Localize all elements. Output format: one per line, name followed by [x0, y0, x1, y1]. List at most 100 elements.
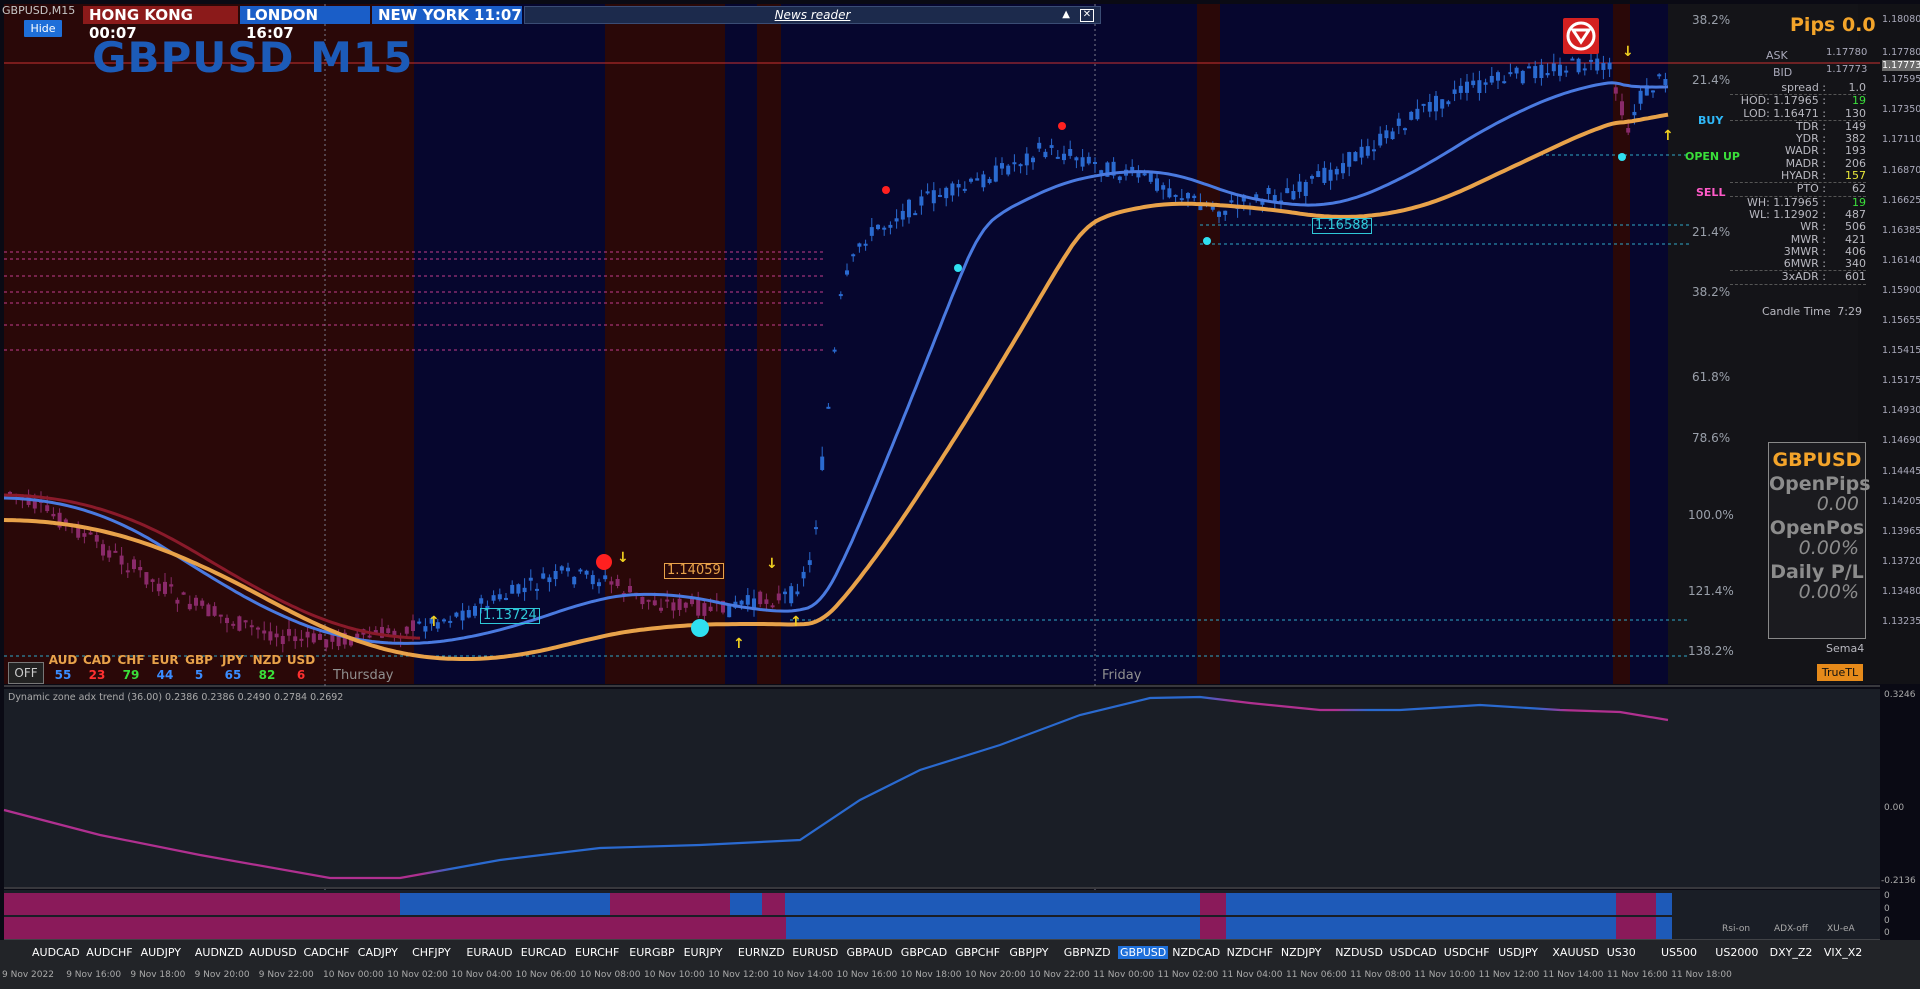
candle-body: [1031, 157, 1035, 163]
trend-bar: [785, 917, 1200, 939]
fib-level: 38.2%: [1692, 285, 1731, 299]
symbol-button[interactable]: NZDCAD: [1172, 946, 1220, 959]
price-tick: 1.17595: [1882, 74, 1920, 86]
news-reader-link[interactable]: News reader: [525, 7, 1100, 23]
candle-body: [1086, 156, 1091, 164]
price-tick: 1.13965: [1882, 525, 1920, 537]
symbol-button[interactable]: NZDCHF: [1227, 946, 1274, 959]
symbol-button[interactable]: GBPCHF: [955, 946, 1000, 959]
candle-body: [1601, 63, 1606, 70]
trend-bar: [1656, 893, 1672, 915]
symbol-button[interactable]: USDJPY: [1498, 946, 1538, 959]
currency-cad: CAD 23: [82, 653, 112, 682]
symbol-button[interactable]: CADCHF: [304, 946, 350, 959]
symbol-button[interactable]: US2000: [1715, 946, 1758, 959]
candle-body: [181, 592, 186, 595]
price-chart[interactable]: ↑ ↑ ↑ ↓ ↓ ↑ ↓: [0, 0, 1920, 989]
symbol-button[interactable]: NZDUSD: [1335, 946, 1383, 959]
price-tick: 1.15415: [1882, 345, 1920, 357]
candle-body: [1043, 151, 1048, 158]
candle-body: [1508, 72, 1513, 75]
trend-bar: [1226, 917, 1616, 939]
symbol-button[interactable]: US30: [1607, 946, 1636, 959]
candle-body: [1576, 58, 1581, 73]
symbol-button[interactable]: EURCHF: [575, 946, 619, 959]
symbol-button[interactable]: AUDJPY: [141, 946, 181, 959]
symbol-button[interactable]: GBPAUD: [847, 946, 893, 959]
time-tick: 9 Nov 22:00: [258, 970, 314, 980]
time-tick: 10 Nov 18:00: [900, 970, 962, 980]
candle-body: [838, 294, 843, 297]
candle-body: [1210, 206, 1215, 210]
candle-body: [1409, 111, 1414, 120]
arrow-down-icon: ↓: [766, 556, 778, 572]
trend-bar: [4, 893, 400, 915]
off-button[interactable]: OFF: [8, 662, 44, 684]
symbol-button[interactable]: EURCAD: [521, 946, 567, 959]
candle-body: [547, 577, 552, 583]
ask-label: ASK: [1766, 49, 1788, 62]
symbol-button[interactable]: AUDUSD: [249, 946, 297, 959]
candle-body: [522, 587, 527, 593]
collapse-up-icon[interactable]: ▲: [1062, 7, 1070, 23]
candle-body: [324, 639, 329, 648]
news-reader-bar[interactable]: News reader ▲ ✕: [524, 6, 1101, 24]
symbol-button[interactable]: EURAUD: [466, 946, 512, 959]
candle-body: [1564, 70, 1569, 73]
candle-body: [1657, 74, 1662, 77]
candle-body: [454, 612, 459, 617]
symbol-button[interactable]: AUDCHF: [86, 946, 132, 959]
candle-body: [491, 595, 496, 601]
adx-toggle[interactable]: ADX-off: [1774, 924, 1808, 934]
arrow-up-icon: ↑: [1662, 128, 1674, 144]
symbol-button[interactable]: US500: [1661, 946, 1697, 959]
symbol-button[interactable]: GBPNZD: [1064, 946, 1111, 959]
candle-body: [789, 586, 794, 604]
fib-level: 21.4%: [1692, 225, 1731, 239]
candle-body: [1452, 89, 1457, 94]
symbol-button[interactable]: GBPUSD: [1118, 946, 1169, 959]
position-symbol: GBPUSD: [1772, 449, 1862, 471]
symbol-button[interactable]: GBPJPY: [1009, 946, 1048, 959]
time-tick: 10 Nov 10:00: [644, 970, 705, 980]
symbol-button[interactable]: CADJPY: [358, 946, 398, 959]
candle-body: [646, 599, 651, 602]
symbol-button[interactable]: CHFJPY: [412, 946, 451, 959]
sema-label: Sema4: [1826, 642, 1865, 655]
symbol-button[interactable]: USDCAD: [1390, 946, 1437, 959]
candle-body: [125, 570, 130, 573]
xu-toggle[interactable]: XU-eA: [1827, 924, 1855, 934]
candle-body: [609, 581, 614, 585]
symbol-button[interactable]: GBPCAD: [901, 946, 947, 959]
trend-bar: [1656, 917, 1672, 939]
hide-button[interactable]: Hide: [24, 20, 62, 37]
symbol-button[interactable]: NZDJPY: [1281, 946, 1322, 959]
symbol-button[interactable]: DXY_Z2: [1770, 946, 1813, 959]
truetl-button[interactable]: TrueTL: [1817, 664, 1863, 681]
symbol-button[interactable]: EURJPY: [684, 946, 723, 959]
currency-gbp: GBP 5: [185, 653, 213, 682]
signal-dot: [1058, 122, 1066, 130]
candle-time-value: 7:29: [1837, 305, 1862, 318]
close-icon[interactable]: ✕: [1080, 9, 1094, 22]
symbol-button[interactable]: VIX_X2: [1824, 946, 1862, 959]
candle-body: [1520, 70, 1525, 84]
symbol-button[interactable]: XAUUSD: [1552, 946, 1599, 959]
candle-body: [94, 535, 99, 542]
symbol-title: GBPUSD M15: [92, 33, 414, 82]
symbol-button[interactable]: EURNZD: [738, 946, 785, 959]
symbol-button[interactable]: AUDNZD: [195, 946, 243, 959]
symbol-button[interactable]: EURGBP: [629, 946, 674, 959]
symbol-button[interactable]: USDCHF: [1444, 946, 1490, 959]
indicator-scale: 0.3246: [1884, 690, 1916, 700]
time-tick: 10 Nov 04:00: [451, 970, 513, 980]
candle-body: [851, 254, 856, 257]
candle-body: [1049, 145, 1054, 148]
candle-body: [144, 572, 149, 585]
stat-row: WADR :193: [1784, 144, 1866, 158]
rsi-toggle[interactable]: Rsi-on: [1722, 924, 1750, 934]
symbol-button[interactable]: EURUSD: [792, 946, 838, 959]
symbol-button[interactable]: AUDCAD: [32, 946, 80, 959]
candle-body: [1272, 195, 1277, 202]
candle-body: [696, 598, 701, 616]
